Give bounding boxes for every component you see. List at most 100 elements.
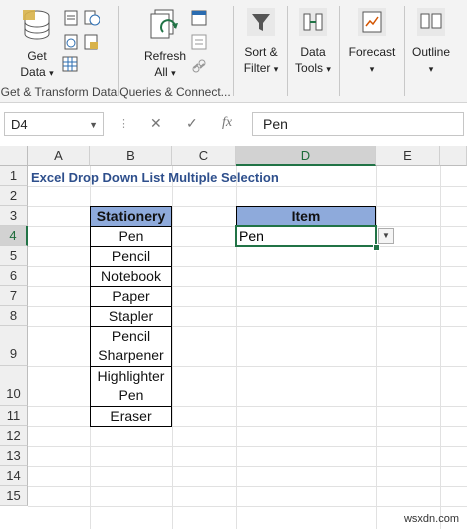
queries-connections-group: Refresh All ▾ Queries & Connect... <box>119 0 231 102</box>
row-header-6[interactable]: 6 <box>0 266 28 286</box>
chevron-down-icon: ▾ <box>428 64 434 74</box>
gridline <box>172 166 173 529</box>
refresh-all-label-2: All <box>154 65 168 79</box>
from-web-icon[interactable] <box>64 34 78 50</box>
row-header-1[interactable]: 1 <box>0 166 28 186</box>
forecast-label: Forecast <box>348 45 396 59</box>
chevron-down-icon: ▾ <box>326 64 331 74</box>
column-header-f[interactable] <box>440 146 467 166</box>
chevron-down-icon: ▼ <box>382 231 390 240</box>
sheet-title[interactable]: Excel Drop Down List Multiple Selection <box>31 168 279 188</box>
stationery-item-line: Sharpener <box>98 347 164 363</box>
row-header-15[interactable]: 15 <box>0 486 28 506</box>
name-box-value: D4 <box>11 117 28 132</box>
ribbon-separator <box>233 6 234 96</box>
forecast-icon <box>358 8 386 36</box>
refresh-all-button[interactable]: Refresh All ▾ <box>141 8 189 81</box>
enter-icon[interactable]: ✓ <box>186 115 198 132</box>
sort-filter-button[interactable]: Sort & Filter ▾ <box>238 8 284 77</box>
ribbon-separator <box>404 6 405 96</box>
row-header-7[interactable]: 7 <box>0 286 28 306</box>
stationery-item[interactable]: Pencil <box>90 246 172 267</box>
cancel-icon[interactable]: ✕ <box>150 115 162 132</box>
insert-function-icon[interactable]: fx <box>222 115 232 131</box>
queries-connections-group-label: Queries & Connect... <box>119 85 231 99</box>
column-header-d[interactable]: D <box>236 146 376 166</box>
gridline <box>28 446 467 447</box>
row-header-11[interactable]: 11 <box>0 406 28 426</box>
drag-handle-icon[interactable]: ⋮ <box>118 117 129 130</box>
chevron-down-icon: ▾ <box>171 68 176 78</box>
stationery-item[interactable]: Paper <box>90 286 172 307</box>
stationery-item-line: Highlighter <box>97 368 165 384</box>
queries-connections-icon[interactable] <box>191 10 207 26</box>
refresh-icon <box>150 9 178 39</box>
chevron-down-icon[interactable]: ▼ <box>89 113 98 137</box>
ribbon-separator <box>339 6 340 96</box>
gridline <box>28 466 467 467</box>
refresh-all-label-1: Refresh <box>143 49 187 63</box>
chevron-down-icon: ▾ <box>49 68 54 78</box>
name-box[interactable]: D4 ▼ <box>4 112 104 136</box>
recent-sources-icon[interactable] <box>84 10 100 26</box>
row-header-8[interactable]: 8 <box>0 306 28 326</box>
ribbon-separator <box>287 6 288 96</box>
column-header-a[interactable]: A <box>28 146 90 166</box>
select-all-corner[interactable] <box>0 146 28 166</box>
formula-buttons: ✕ ✓ fx <box>136 112 246 136</box>
data-tools-label-2: Tools <box>295 61 324 75</box>
active-cell-d4[interactable]: Pen <box>235 225 377 247</box>
gridline <box>376 166 377 529</box>
text-csv-icon[interactable] <box>64 10 78 26</box>
stationery-header[interactable]: Stationery <box>90 206 172 227</box>
get-data-label-2: Data <box>20 65 46 79</box>
row-header-10[interactable]: 10 <box>0 366 28 406</box>
row-header-14[interactable]: 14 <box>0 466 28 486</box>
row-header-3[interactable]: 3 <box>0 206 28 226</box>
row-header-4[interactable]: 4 <box>0 226 28 246</box>
row-header-9[interactable]: 9 <box>0 326 28 366</box>
row-header-2[interactable]: 2 <box>0 186 28 206</box>
data-tools-icon <box>299 8 327 36</box>
formula-input[interactable]: Pen <box>252 112 464 136</box>
funnel-icon <box>247 8 275 36</box>
forecast-button[interactable]: Forecast ▾ <box>345 8 399 77</box>
row-header-5[interactable]: 5 <box>0 246 28 266</box>
data-tools-button[interactable]: Data Tools ▾ <box>292 8 334 77</box>
fill-handle[interactable] <box>373 244 380 251</box>
from-table-icon[interactable] <box>62 56 78 72</box>
active-cell-value: Pen <box>239 228 264 244</box>
stationery-item-line: Pencil <box>111 328 151 344</box>
database-icon <box>23 10 50 40</box>
get-data-label-1: Get <box>27 49 47 63</box>
gridline <box>28 486 467 487</box>
column-header-c[interactable]: C <box>172 146 236 166</box>
outline-button[interactable]: Outline ▾ <box>408 8 454 77</box>
get-transform-group: Get Data ▾ Get & Transform Data <box>0 0 118 102</box>
existing-connections-icon[interactable] <box>84 34 100 50</box>
row-header-12[interactable]: 12 <box>0 426 28 446</box>
gridline <box>440 166 441 529</box>
sort-filter-label-2: Filter <box>243 61 271 75</box>
formula-bar: D4 ▼ ⋮ ✕ ✓ fx Pen <box>0 108 467 140</box>
stationery-item[interactable]: Pen <box>90 226 172 247</box>
properties-icon[interactable] <box>191 34 207 50</box>
stationery-item[interactable]: Stapler <box>90 306 172 327</box>
watermark: wsxdn.com <box>403 513 459 525</box>
stationery-item-line: Pen <box>118 387 144 403</box>
outline-label: Outline <box>411 45 451 59</box>
item-header[interactable]: Item <box>236 206 376 227</box>
get-data-button[interactable]: Get Data ▾ <box>12 8 62 81</box>
edit-links-icon[interactable] <box>191 58 207 74</box>
row-header-13[interactable]: 13 <box>0 446 28 466</box>
stationery-item[interactable]: Notebook <box>90 266 172 287</box>
stationery-item[interactable]: Eraser <box>90 406 172 427</box>
outline-icon <box>417 8 445 36</box>
column-header-b[interactable]: B <box>90 146 172 166</box>
stationery-item-multiline[interactable]: Highlighter Pen <box>90 366 172 407</box>
dropdown-arrow-button[interactable]: ▼ <box>378 228 394 244</box>
column-header-e[interactable]: E <box>376 146 440 166</box>
gridline <box>28 506 467 507</box>
chevron-down-icon: ▾ <box>369 64 375 74</box>
stationery-item-multiline[interactable]: Pencil Sharpener <box>90 326 172 367</box>
